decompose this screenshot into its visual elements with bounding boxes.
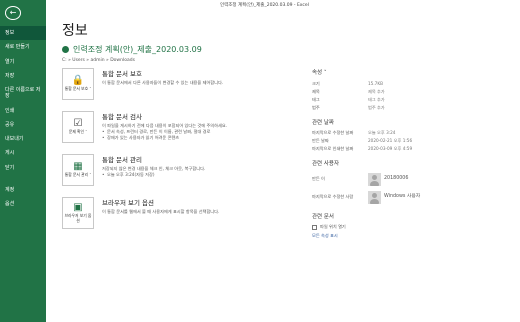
- browser-view-desc: 이 통합 문서를 웹에서 볼 때 사용자에게 표시할 항목을 선택합니다.: [102, 209, 220, 214]
- manage-workbook-title: 통합 문서 관리: [102, 156, 143, 164]
- browser-view-button-label: 브라우저 보기 옵션: [64, 212, 92, 223]
- properties-panel: 속성 ˅ 크기 15.7KB 제목 제목 추가 태그 태그 추가 범주 범주 추…: [312, 68, 512, 239]
- nav-item-save[interactable]: 저장: [0, 69, 46, 83]
- open-file-location-label: 파일 위치 열기: [320, 224, 346, 229]
- nav-item-close[interactable]: 닫기: [0, 161, 46, 175]
- nav-item-export[interactable]: 내보내기: [0, 132, 46, 146]
- protect-workbook-button-label: 통합 문서 보호 ˅: [64, 86, 92, 92]
- modifier-row: 마지막으로 수정한 사람 Windows 사용자: [312, 188, 512, 206]
- open-file-location[interactable]: 파일 위치 열기: [312, 223, 512, 231]
- nav-item-print[interactable]: 인쇄: [0, 104, 46, 118]
- autosave-version[interactable]: 오늘 오후 3:24(자동 저장): [102, 172, 292, 178]
- inspect-bullet: 장애가 있는 사용자가 읽기 어려운 콘텐츠: [102, 135, 292, 141]
- modifier-person[interactable]: Windows 사용자: [368, 190, 421, 204]
- backstage-sidebar: ← 정보 새로 만들기 열기 저장 다른 이름으로 저장 인쇄 공유 내보내기 …: [0, 0, 46, 322]
- manage-workbook-button-label: 통합 문서 관리 ˅: [64, 172, 92, 178]
- author-name: 20180006: [384, 175, 409, 181]
- info-page: 정보 인력조정 계획(안)_제출_2020.03.09 C: » Users »…: [46, 0, 520, 322]
- property-row: 태그 태그 추가: [312, 96, 512, 104]
- protect-workbook-section: 🔒 통합 문서 보호 ˅ 통합 문서 보호 이 통합 문서에서 다른 사용자들이…: [62, 68, 282, 108]
- show-all-properties-link[interactable]: 모든 속성 표시: [312, 233, 512, 239]
- property-key: 태그: [312, 96, 320, 102]
- file-name: 인력조정 계획(안)_제출_2020.03.09: [73, 45, 202, 54]
- categories-field[interactable]: 범주 추가: [368, 105, 385, 110]
- excel-file-icon: [62, 46, 69, 53]
- check-document-icon: ☑: [73, 118, 83, 130]
- avatar: [368, 190, 381, 204]
- check-issues-button-label: 문제 확인 ˅: [68, 129, 88, 135]
- file-header: 인력조정 계획(안)_제출_2020.03.09: [62, 44, 202, 55]
- protect-workbook-desc: 이 통합 문서에서 다른 사용자들이 변경할 수 있는 내용을 제어합니다.: [102, 80, 224, 85]
- related-documents-title: 관련 문서: [312, 214, 334, 220]
- backstage-nav: 정보 새로 만들기 열기 저장 다른 이름으로 저장 인쇄 공유 내보내기 게시…: [0, 26, 46, 211]
- folder-icon: [312, 224, 317, 230]
- nav-item-share[interactable]: 공유: [0, 118, 46, 132]
- nav-item-open[interactable]: 열기: [0, 55, 46, 69]
- author-key: 만든 이: [312, 175, 325, 181]
- date-row: 마지막으로 수정한 날짜 오늘 오후 3:24: [312, 129, 512, 137]
- author-row: 만든 이 20180006: [312, 170, 512, 188]
- date-value: 오늘 오후 3:24: [368, 129, 396, 135]
- page-title: 정보: [62, 23, 88, 39]
- check-issues-button[interactable]: ☑ 문제 확인 ˅: [62, 111, 94, 143]
- property-row: 제목 제목 추가: [312, 88, 512, 96]
- modifier-name: Windows 사용자: [384, 193, 421, 199]
- manage-workbook-button[interactable]: ▦ 통합 문서 관리 ˅: [62, 154, 94, 186]
- property-key: 제목: [312, 88, 320, 94]
- date-key: 마지막으로 인쇄한 날짜: [312, 145, 354, 151]
- protect-workbook-title: 통합 문서 보호: [102, 70, 143, 78]
- nav-item-options[interactable]: 옵션: [0, 197, 46, 211]
- browser-view-icon: ▣: [73, 201, 83, 213]
- modifier-key: 마지막으로 수정한 사람: [312, 193, 354, 199]
- nav-item-account[interactable]: 계정: [0, 183, 46, 197]
- related-dates-title: 관련 날짜: [312, 120, 334, 126]
- nav-item-info[interactable]: 정보: [0, 26, 46, 41]
- date-value: 2020-02-21 오후 1:56: [368, 137, 413, 143]
- related-people-title: 관련 사용자: [312, 161, 340, 167]
- author-person[interactable]: 20180006: [368, 172, 409, 186]
- file-path: C: » Users » admin » Downloads: [62, 58, 135, 63]
- back-arrow-icon[interactable]: ←: [5, 6, 21, 20]
- lock-icon: 🔒: [71, 75, 85, 87]
- inspect-workbook-section: ☑ 문제 확인 ˅ 통합 문서 검사 이 파일을 게시하기 전에 다음 내용이 …: [62, 111, 282, 151]
- date-row: 만든 날짜 2020-02-21 오후 1:56: [312, 137, 512, 145]
- date-key: 만든 날짜: [312, 137, 329, 143]
- manage-workbook-icon: ▦: [73, 161, 83, 173]
- title-field[interactable]: 제목 추가: [368, 89, 385, 94]
- avatar: [368, 172, 381, 186]
- property-row: 범주 범주 추가: [312, 104, 512, 112]
- browser-view-section: ▣ 브라우저 보기 옵션 브라우저 보기 옵션 이 통합 문서를 웹에서 볼 때…: [62, 197, 282, 237]
- inspect-workbook-title: 통합 문서 검사: [102, 113, 143, 121]
- nav-item-save-as[interactable]: 다른 이름으로 저장: [0, 83, 46, 104]
- date-value: 2020-03-09 오후 4:59: [368, 145, 413, 151]
- date-key: 마지막으로 수정한 날짜: [312, 129, 354, 135]
- browser-view-title: 브라우저 보기 옵션: [102, 199, 154, 207]
- properties-dropdown[interactable]: 속성 ˅: [312, 68, 512, 76]
- property-row: 크기 15.7KB: [312, 80, 512, 88]
- tags-field[interactable]: 태그 추가: [368, 97, 385, 102]
- nav-item-new[interactable]: 새로 만들기: [0, 40, 46, 54]
- property-key: 범주: [312, 104, 320, 110]
- nav-item-publish[interactable]: 게시: [0, 146, 46, 160]
- browser-view-options-button[interactable]: ▣ 브라우저 보기 옵션: [62, 197, 94, 229]
- protect-workbook-button[interactable]: 🔒 통합 문서 보호 ˅: [62, 68, 94, 100]
- property-key: 크기: [312, 80, 320, 86]
- date-row: 마지막으로 인쇄한 날짜 2020-03-09 오후 4:59: [312, 145, 512, 153]
- property-value: 15.7KB: [368, 80, 383, 86]
- manage-workbook-section: ▦ 통합 문서 관리 ˅ 통합 문서 관리 저장되지 않은 변경 내용을 체크 …: [62, 154, 282, 194]
